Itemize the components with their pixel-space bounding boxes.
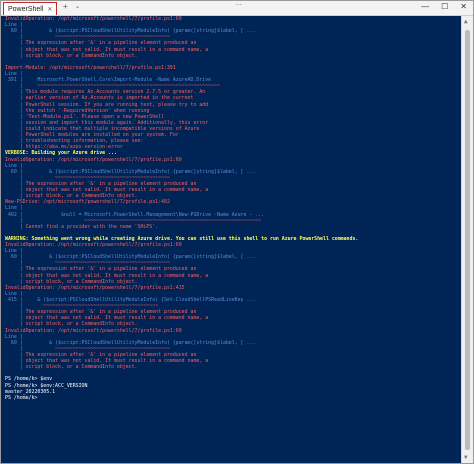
- terminal-output[interactable]: InvalidOperation: /opt/microsoft/powersh…: [1, 16, 461, 463]
- tab-label: PowerShell: [8, 5, 44, 13]
- chevron-down-icon[interactable]: ⌄: [75, 3, 80, 10]
- scroll-up-icon[interactable]: ▲: [464, 18, 468, 25]
- minimize-button[interactable]: —: [421, 2, 429, 11]
- tab-powershell[interactable]: PowerShell ✕: [3, 2, 58, 15]
- scrollbar-thumb[interactable]: [465, 30, 470, 450]
- new-tab-button[interactable]: +: [63, 2, 68, 11]
- drag-handle-icon[interactable]: ⋯: [235, 1, 243, 9]
- maximize-button[interactable]: ☐: [441, 2, 448, 11]
- scroll-down-icon[interactable]: ▼: [464, 454, 468, 461]
- terminal-line: PS /home/k>: [5, 394, 41, 401]
- tab-close-icon[interactable]: ✕: [47, 6, 52, 13]
- terminal-window: PowerShell ✕ + ⌄ ⋯ — ☐ ✕ InvalidOperatio…: [0, 0, 474, 464]
- vertical-scrollbar[interactable]: ▲ ▼: [461, 16, 473, 463]
- close-button[interactable]: ✕: [460, 2, 467, 11]
- window-controls: — ☐ ✕: [421, 2, 467, 11]
- title-bar[interactable]: PowerShell ✕ + ⌄ ⋯ — ☐ ✕: [1, 1, 473, 16]
